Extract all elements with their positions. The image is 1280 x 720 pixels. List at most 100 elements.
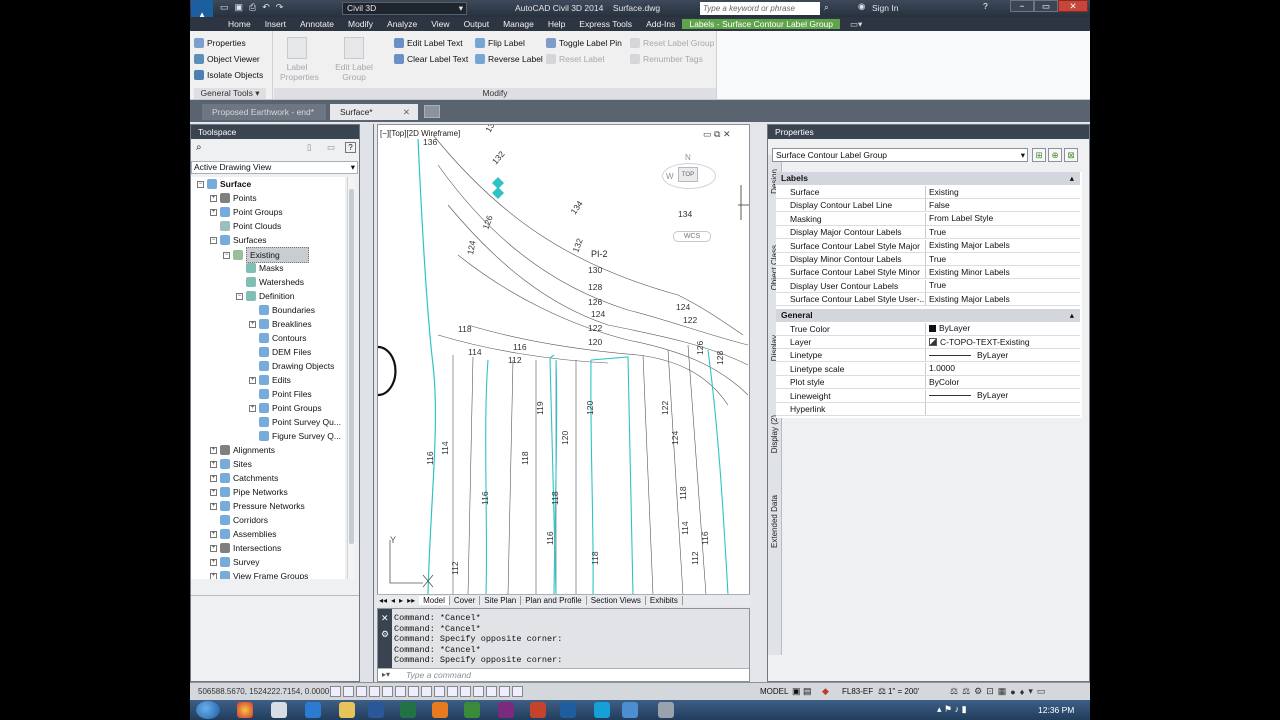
restore-viewport-icon[interactable]: ⧉ xyxy=(714,129,720,139)
powerpoint-icon[interactable] xyxy=(530,702,546,718)
workspace-switch-icon[interactable]: ⚙ xyxy=(974,686,982,697)
scrollbar-thumb[interactable] xyxy=(349,189,354,544)
property-row[interactable]: Display Minor Contour Labels True xyxy=(776,253,1080,266)
lightbulb-icon[interactable]: ♦ xyxy=(1020,687,1025,697)
expand-toggle-icon[interactable]: + xyxy=(210,474,217,482)
toolspace-title-bar[interactable]: Toolspace xyxy=(191,125,359,139)
contour-elevation-label[interactable]: 124 xyxy=(670,431,680,445)
contour-elevation-label[interactable]: 126 xyxy=(695,341,705,355)
proposed-contour-line[interactable] xyxy=(485,359,489,595)
help-icon[interactable]: ? xyxy=(983,1,988,11)
collapse-icon[interactable]: ▴ xyxy=(1070,309,1074,322)
tree-scrollbar[interactable] xyxy=(347,177,355,579)
selection-cycling-icon[interactable] xyxy=(499,686,510,697)
quick-view-icon[interactable]: ▣ ▤ xyxy=(792,686,812,697)
property-row[interactable]: Plot style ByColor xyxy=(776,376,1080,390)
clear-label-text-button[interactable]: Clear Label Text xyxy=(394,51,468,67)
property-value[interactable]: ByLayer xyxy=(926,349,1080,361)
save-taskbar-icon[interactable] xyxy=(658,702,674,718)
property-value[interactable]: False xyxy=(926,199,1080,211)
contour-elevation-label[interactable]: 116 xyxy=(513,342,527,352)
properties-button[interactable]: Properties xyxy=(194,35,263,51)
coordinate-readout[interactable]: 506588.5670, 1524222.7154, 0.0000 xyxy=(198,687,329,696)
contour-elevation-label[interactable]: 112 xyxy=(450,561,460,575)
contour-elevation-label[interactable]: 116 xyxy=(700,531,710,545)
contour-line[interactable] xyxy=(457,254,749,396)
doc-tab-proposed[interactable]: Proposed Earthwork - end* xyxy=(202,104,326,120)
minimize-button[interactable]: − xyxy=(1010,0,1034,12)
expand-toggle-icon[interactable]: + xyxy=(210,502,217,510)
project-icon[interactable] xyxy=(464,702,480,718)
tab-labels-context[interactable]: Labels - Surface Contour Label Group xyxy=(682,19,841,29)
property-row[interactable]: Layer C-TOPO-TEXT-Existing xyxy=(776,336,1080,349)
contour-elevation-label[interactable]: 124 xyxy=(676,302,690,312)
contour-elevation-label[interactable]: 116 xyxy=(480,491,490,505)
select-objects-icon[interactable]: ⊕ xyxy=(1048,148,1062,162)
file-explorer-icon[interactable] xyxy=(339,702,355,718)
viewcube-west[interactable]: W xyxy=(666,172,674,181)
tab-modify[interactable]: Modify xyxy=(341,19,380,29)
undo-icon[interactable]: ↶ xyxy=(262,2,270,13)
internet-explorer-icon[interactable] xyxy=(305,702,321,718)
outlook-icon[interactable] xyxy=(432,702,448,718)
tree-item[interactable]: + View Frame Groups xyxy=(210,569,308,579)
object-fragment-arc[interactable] xyxy=(378,345,397,397)
contour-elevation-label[interactable]: 128 xyxy=(588,282,602,292)
reset-label-group-button[interactable]: Reset Label Group xyxy=(630,35,714,51)
minimize-viewport-icon[interactable]: ▭ xyxy=(703,129,712,139)
layout-tab-section-views[interactable]: Section Views xyxy=(587,596,646,605)
word-icon[interactable] xyxy=(368,702,384,718)
first-layout-icon[interactable]: ◂◂ xyxy=(377,596,389,605)
tree-item[interactable]: + Point Groups xyxy=(249,401,322,415)
tree-item[interactable]: + Assemblies xyxy=(210,527,276,541)
tree-item[interactable]: Watersheds xyxy=(236,275,304,289)
property-row[interactable]: Lineweight ByLayer xyxy=(776,389,1080,403)
quick-properties-icon[interactable] xyxy=(486,686,497,697)
contour-elevation-label[interactable]: 118 xyxy=(678,486,688,500)
properties-title-bar[interactable]: Properties xyxy=(768,125,1089,139)
pi-label[interactable]: PI-2 xyxy=(591,249,608,259)
object-type-dropdown[interactable]: Surface Contour Label Group ▾ xyxy=(772,148,1028,162)
chrome-icon[interactable] xyxy=(237,702,253,718)
tree-item[interactable]: Boundaries xyxy=(249,303,315,317)
save-icon[interactable]: ▣ xyxy=(235,2,244,13)
contour-elevation-label[interactable]: 116 xyxy=(425,451,435,465)
close-viewport-icon[interactable]: ✕ xyxy=(723,129,731,139)
quick-select-icon[interactable]: ⊞ xyxy=(1032,148,1046,162)
layout-tab-cover[interactable]: Cover xyxy=(450,596,481,605)
expand-toggle-icon[interactable]: − xyxy=(210,236,217,244)
clean-screen-icon[interactable]: ▭ xyxy=(1037,686,1046,697)
contour-elevation-label[interactable]: 134 xyxy=(483,125,499,134)
drawing-viewport[interactable]: 134 132 126 124 134 134 132 130 128 126 124 122 120 1… xyxy=(377,124,750,606)
tree-item[interactable]: + Breaklines xyxy=(249,317,312,331)
skype-icon[interactable] xyxy=(594,702,610,718)
print-icon[interactable]: ⎙ xyxy=(249,2,256,13)
tab-annotate[interactable]: Annotate xyxy=(293,19,341,29)
expand-toggle-icon[interactable]: − xyxy=(223,251,230,259)
property-value[interactable]: Existing xyxy=(926,186,1080,198)
general-tools-panel-title[interactable]: General Tools ▾ xyxy=(194,88,266,99)
tree-item[interactable]: Point Survey Qu... xyxy=(249,415,341,429)
last-layout-icon[interactable]: ▸▸ xyxy=(405,596,419,605)
property-row[interactable]: True Color ByLayer xyxy=(776,322,1080,336)
status-menu-icon[interactable]: ▾ xyxy=(1028,686,1033,697)
property-row[interactable]: Hyperlink xyxy=(776,403,1080,416)
tree-item[interactable]: + Intersections xyxy=(210,541,281,555)
hardware-acceleration-icon[interactable]: ▦ xyxy=(998,686,1007,697)
tree-item[interactable]: + Points xyxy=(210,191,257,205)
wrench-icon[interactable]: ⚙ xyxy=(381,629,389,640)
tree-item[interactable]: − Surface xyxy=(197,177,251,191)
command-input[interactable]: ▸▾ Type a command xyxy=(378,668,749,681)
contour-elevation-label[interactable]: 114 xyxy=(680,521,690,535)
tree-item[interactable]: + Survey xyxy=(210,555,259,569)
reset-label-button[interactable]: Reset Label xyxy=(546,51,622,67)
expand-toggle-icon[interactable]: − xyxy=(197,180,204,188)
expand-toggle-icon[interactable]: + xyxy=(210,544,217,552)
maximize-button[interactable]: ▭ xyxy=(1034,0,1058,12)
tree-item[interactable]: DEM Files xyxy=(249,345,311,359)
label-properties-button[interactable]: Label Properties xyxy=(280,37,319,82)
drawing-settings-icon[interactable]: ◆ xyxy=(822,686,829,697)
grid-icon[interactable] xyxy=(356,686,367,697)
edit-label-group-button[interactable]: Edit Label Group xyxy=(324,37,384,82)
panel-icon[interactable]: ▭ xyxy=(327,142,335,153)
